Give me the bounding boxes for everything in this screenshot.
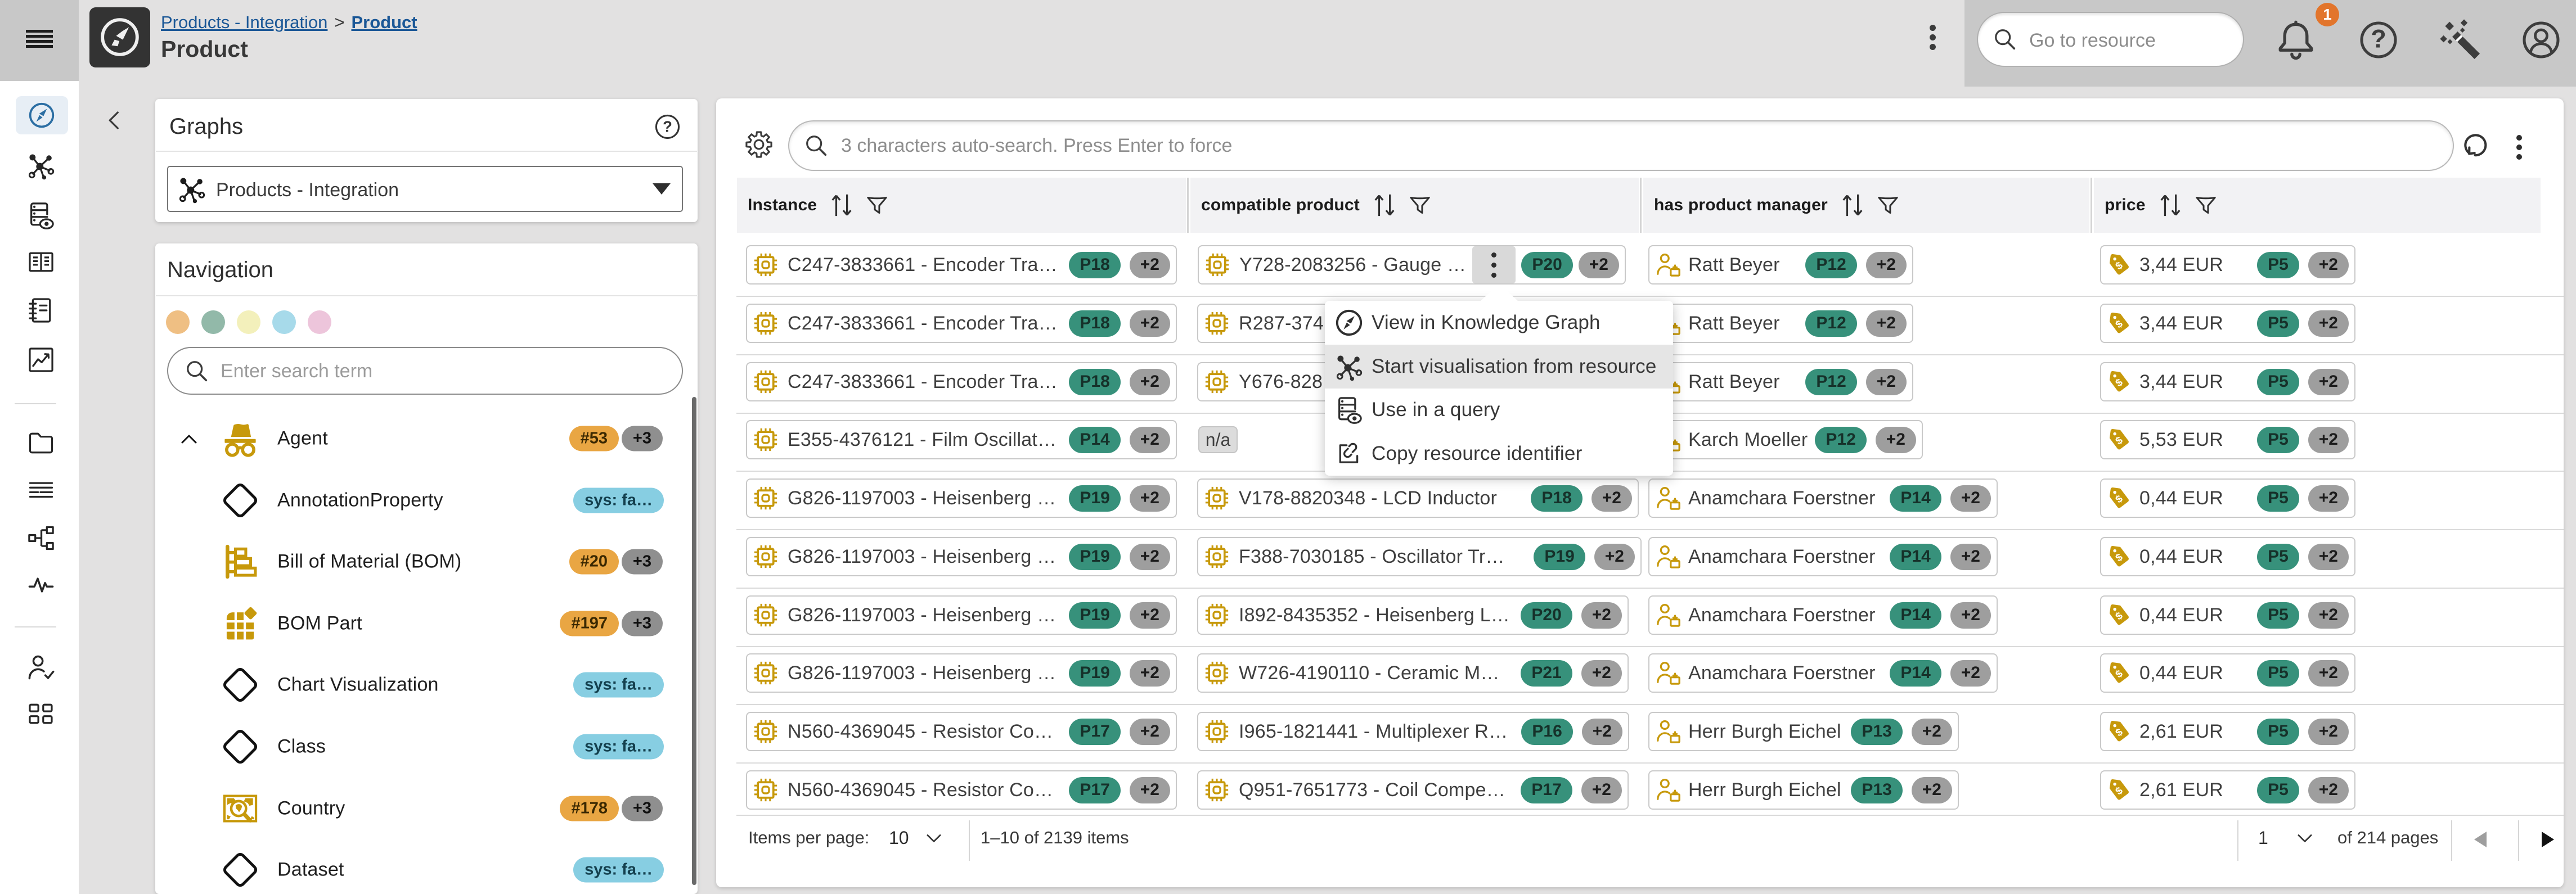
svg-text:?: ?: [663, 118, 672, 135]
